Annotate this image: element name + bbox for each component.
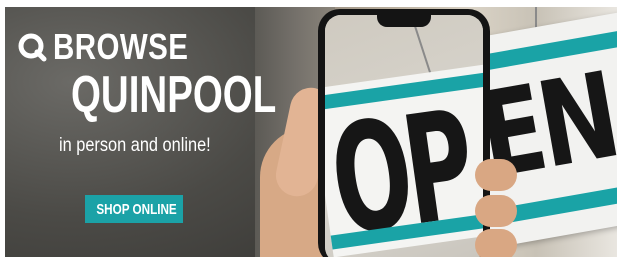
search-q-icon xyxy=(18,33,47,62)
phone-notch xyxy=(377,15,431,27)
open-sign-front: OP xyxy=(325,62,483,257)
brand-heading: BROWSE xyxy=(17,26,218,67)
tagline: in person and online! xyxy=(59,135,211,156)
phone-image: OP xyxy=(318,9,490,257)
phone-screen: OP xyxy=(325,15,483,257)
finger-image xyxy=(475,159,517,191)
promo-banner[interactable]: EN OP BROWSE QUINPOOL in person and onli… xyxy=(5,7,617,257)
brand-prefix: BROWSE xyxy=(53,26,189,67)
finger-image xyxy=(475,229,517,257)
finger-image xyxy=(475,195,517,227)
brand-name: QUINPOOL xyxy=(71,66,277,124)
shop-online-button[interactable]: SHOP ONLINE xyxy=(85,195,183,223)
shop-online-label: SHOP ONLINE xyxy=(96,200,177,218)
